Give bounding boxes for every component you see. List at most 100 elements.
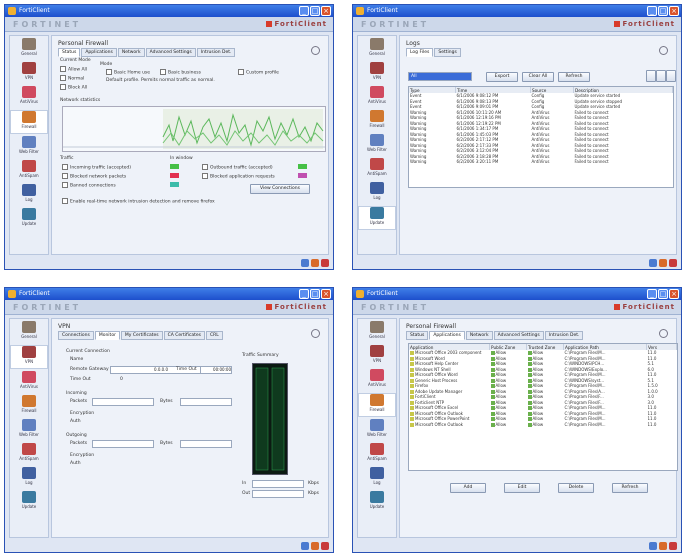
nav-prev-button[interactable] xyxy=(656,70,666,82)
title-bar[interactable]: FortiClient _ □ × xyxy=(5,5,333,17)
allow-icon[interactable] xyxy=(490,378,495,383)
nav-firewall[interactable]: Firewall xyxy=(358,110,396,132)
nav-log[interactable]: Log xyxy=(358,467,396,489)
nav-vpn[interactable]: VPN xyxy=(10,62,48,84)
nav-webfilter[interactable]: Web Filter xyxy=(358,134,396,156)
tab-settings[interactable]: Settings xyxy=(434,48,461,57)
minimize-button[interactable]: _ xyxy=(647,6,657,16)
nav-update[interactable]: Update xyxy=(358,491,396,513)
allow-icon[interactable] xyxy=(490,389,495,394)
nav-antispam[interactable]: AntiSpam xyxy=(10,160,48,182)
minimize-button[interactable]: _ xyxy=(647,289,657,299)
nav-antispam[interactable]: AntiSpam xyxy=(358,158,396,180)
nav-general[interactable]: General xyxy=(10,321,48,343)
allow-icon[interactable] xyxy=(527,356,532,361)
allow-icon[interactable] xyxy=(527,422,532,427)
tab-monitor[interactable]: Monitor xyxy=(94,331,120,340)
allow-icon[interactable] xyxy=(490,406,495,411)
radio-allow-all[interactable]: Allow All xyxy=(60,66,87,73)
nav-update[interactable]: Update xyxy=(358,206,396,230)
close-button[interactable]: × xyxy=(321,6,331,16)
nav-antispam[interactable]: AntiSpam xyxy=(358,443,396,465)
radio-normal[interactable]: Normal xyxy=(60,75,84,82)
refresh-button[interactable]: Refresh xyxy=(612,483,648,493)
maximize-button[interactable]: □ xyxy=(658,6,668,16)
allow-icon[interactable] xyxy=(490,356,495,361)
mode-opt-home[interactable]: Basic Home use xyxy=(106,69,150,76)
help-icon[interactable] xyxy=(659,46,668,55)
nav-log[interactable]: Log xyxy=(358,182,396,204)
maximize-button[interactable]: □ xyxy=(310,6,320,16)
nav-webfilter[interactable]: Web Filter xyxy=(10,136,48,158)
title-bar[interactable]: FortiClient _ □ × xyxy=(5,288,333,300)
minimize-button[interactable]: _ xyxy=(299,289,309,299)
nav-vpn[interactable]: VPN xyxy=(10,345,48,369)
allow-icon[interactable] xyxy=(490,417,495,422)
tab-intrusion[interactable]: Intrusion Det. xyxy=(544,331,584,340)
allow-icon[interactable] xyxy=(490,384,495,389)
log-row[interactable]: Warning 6/2/2006 3:20:11 PM AntiVirus Faile… xyxy=(409,159,673,165)
allow-icon[interactable] xyxy=(527,406,532,411)
nav-general[interactable]: General xyxy=(358,321,396,343)
nav-log[interactable]: Log xyxy=(10,184,48,206)
edit-button[interactable]: Edit xyxy=(504,483,540,493)
allow-icon[interactable] xyxy=(527,351,532,356)
tab-intrusion[interactable]: Intrusion Det. xyxy=(196,48,236,57)
tab-network[interactable]: Network xyxy=(465,331,493,340)
tab-advanced[interactable]: Advanced Settings xyxy=(493,331,544,340)
allow-icon[interactable] xyxy=(527,389,532,394)
nav-antispam[interactable]: AntiSpam xyxy=(10,443,48,465)
mode-opt-business[interactable]: Basic business xyxy=(160,69,201,76)
nav-first-button[interactable] xyxy=(646,70,656,82)
tab-ca-certificates[interactable]: CA Certificates xyxy=(163,331,205,340)
allow-icon[interactable] xyxy=(527,411,532,416)
nav-antivirus[interactable]: AntiVirus xyxy=(10,86,48,108)
allow-icon[interactable] xyxy=(490,351,495,356)
enable-ids-checkbox[interactable]: Enable real-time network intrusion detec… xyxy=(62,198,215,205)
allow-icon[interactable] xyxy=(527,362,532,367)
allow-icon[interactable] xyxy=(527,417,532,422)
nav-antivirus[interactable]: AntiVirus xyxy=(358,369,396,391)
maximize-button[interactable]: □ xyxy=(310,289,320,299)
nav-log[interactable]: Log xyxy=(10,467,48,489)
title-bar[interactable]: FortiClient _ □ × xyxy=(353,5,681,17)
nav-antivirus[interactable]: AntiVirus xyxy=(358,86,396,108)
tab-crl[interactable]: CRL xyxy=(206,331,223,340)
allow-icon[interactable] xyxy=(490,362,495,367)
allow-icon[interactable] xyxy=(490,373,495,378)
close-button[interactable]: × xyxy=(321,289,331,299)
nav-update[interactable]: Update xyxy=(10,208,48,230)
tab-network[interactable]: Network xyxy=(117,48,145,57)
export-button[interactable]: Export xyxy=(486,72,518,82)
nav-general[interactable]: General xyxy=(10,38,48,60)
allow-icon[interactable] xyxy=(527,378,532,383)
nav-webfilter[interactable]: Web Filter xyxy=(358,419,396,441)
mode-opt-custom[interactable]: Custom profile xyxy=(238,69,279,76)
clear-all-button[interactable]: Clear All xyxy=(522,72,554,82)
allow-icon[interactable] xyxy=(527,395,532,400)
nav-firewall[interactable]: Firewall xyxy=(10,110,48,134)
maximize-button[interactable]: □ xyxy=(658,289,668,299)
allow-icon[interactable] xyxy=(527,367,532,372)
nav-webfilter[interactable]: Web Filter xyxy=(10,419,48,441)
app-row[interactable]: Microsoft Office Outlook Allow Allow C:\Pro… xyxy=(409,422,677,428)
allow-icon[interactable] xyxy=(527,373,532,378)
close-button[interactable]: × xyxy=(669,289,679,299)
nav-firewall[interactable]: Firewall xyxy=(10,395,48,417)
allow-icon[interactable] xyxy=(490,422,495,427)
nav-antivirus[interactable]: AntiVirus xyxy=(10,371,48,393)
add-button[interactable]: Add xyxy=(450,483,486,493)
refresh-button[interactable]: Refresh xyxy=(558,72,590,82)
nav-general[interactable]: General xyxy=(358,38,396,60)
minimize-button[interactable]: _ xyxy=(299,6,309,16)
allow-icon[interactable] xyxy=(490,367,495,372)
title-bar[interactable]: FortiClient _ □ × xyxy=(353,288,681,300)
nav-update[interactable]: Update xyxy=(10,491,48,513)
allow-icon[interactable] xyxy=(527,384,532,389)
tab-applications[interactable]: Applications xyxy=(429,331,465,340)
allow-icon[interactable] xyxy=(490,400,495,405)
nav-firewall[interactable]: Firewall xyxy=(358,393,396,417)
nav-vpn[interactable]: VPN xyxy=(358,345,396,367)
help-icon[interactable] xyxy=(659,329,668,338)
allow-icon[interactable] xyxy=(490,395,495,400)
